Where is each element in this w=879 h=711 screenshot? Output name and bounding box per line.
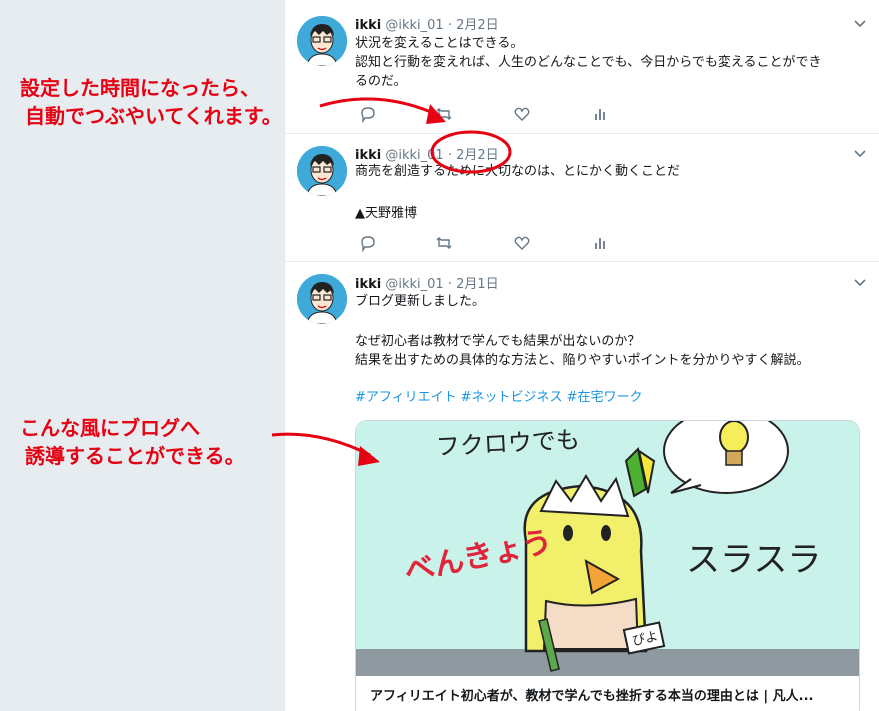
timeline: ikki @ikki_01 · 2月2日 状況を変えることはできる。 認知と行動… (284, 0, 879, 711)
avatar[interactable] (297, 274, 347, 324)
tweet-line: 状況を変えることはできる。 (355, 36, 524, 51)
retweet-icon[interactable] (435, 234, 453, 252)
analytics-icon[interactable] (591, 105, 609, 123)
reply-icon[interactable] (359, 105, 377, 123)
tweet-line: ブログ更新しました。 (355, 294, 486, 309)
separator-dot: · (447, 148, 452, 163)
tweet-header: ikki @ikki_01 · 2月2日 (355, 14, 499, 33)
tweet-line: なぜ初心者は教材で学んでも結果が出ないのか？ (355, 334, 641, 349)
chevron-down-icon[interactable] (854, 148, 866, 160)
tweet-line: 結果を出すための具体的な方法と、陥りやすいポイントを分かりやすく解説。 (355, 353, 810, 368)
annotation-line: 設定した時間になったら、 (20, 76, 260, 100)
user-handle[interactable]: @ikki_01 (385, 277, 443, 292)
separator-dot: · (447, 277, 452, 292)
tweet-line: ▲天野雅博 (355, 206, 417, 221)
tweet-header: ikki @ikki_01 · 2月1日 (355, 273, 499, 292)
card-title[interactable]: アフィリエイト初心者が、教材で学んでも挫折する本当の理由とは | 凡人... (370, 685, 850, 704)
user-name[interactable]: ikki (355, 18, 381, 33)
tweet-text: 状況を変えることはできる。 認知と行動を変えれば、人生のどんなことでも、今日から… (355, 34, 865, 91)
tweet-line: 認知と行動を変えれば、人生のどんなことでも、今日からでも変えることができ (355, 55, 822, 70)
chevron-down-icon[interactable] (854, 18, 866, 30)
hashtag-link[interactable]: #ネットビジネス (461, 390, 563, 405)
tweet-text: ブログ更新しました。 なぜ初心者は教材で学んでも結果が出ないのか？ 結果を出すた… (355, 292, 865, 407)
hashtags: #アフィリエイト #ネットビジネス #在宅ワーク (355, 388, 865, 407)
user-handle[interactable]: @ikki_01 (385, 148, 443, 163)
tweet-date[interactable]: 2月2日 (456, 148, 499, 163)
tweet-2[interactable]: ikki @ikki_01 · 2月2日 商売を創造するために大切なのは、とにか… (285, 134, 879, 262)
retweet-icon[interactable] (435, 105, 453, 123)
user-name[interactable]: ikki (355, 148, 381, 163)
tweet-line (355, 311, 865, 330)
like-icon[interactable] (513, 234, 531, 252)
tweet-1[interactable]: ikki @ikki_01 · 2月2日 状況を変えることはできる。 認知と行動… (285, 0, 879, 134)
annotation-line: こんな風にブログへ (20, 416, 200, 440)
link-card[interactable]: フクロウでも べんきょう スラスラ ぴよ アフィリエイト初心者が、教材で学んでも… (355, 420, 860, 711)
tweet-line (355, 370, 865, 386)
tweet-line (355, 181, 865, 200)
like-icon[interactable] (513, 105, 531, 123)
annotation-line: 自動でつぶやいてくれます。 (25, 104, 282, 128)
annotation-1: 設定した時間になったら、 自動でつぶやいてくれます。 (20, 74, 282, 130)
card-image[interactable]: フクロウでも べんきょう スラスラ ぴよ (356, 421, 859, 676)
card-image-text-right: スラスラ (686, 540, 821, 580)
tweet-text: 商売を創造するために大切なのは、とにかく動くことだ ▲天野雅博 (355, 162, 865, 223)
tweet-date[interactable]: 2月1日 (456, 277, 499, 292)
analytics-icon[interactable] (591, 234, 609, 252)
tweet-line: るのだ。 (355, 74, 407, 89)
tweet-line: 商売を創造するために大切なのは、とにかく動くことだ (355, 164, 681, 179)
avatar[interactable] (297, 146, 347, 196)
hashtag-link[interactable]: #アフィリエイト (355, 390, 457, 405)
annotation-2: こんな風にブログへ 誘導することができる。 (20, 414, 245, 470)
reply-icon[interactable] (359, 234, 377, 252)
separator-dot: · (447, 18, 452, 33)
tweet-header: ikki @ikki_01 · 2月2日 (355, 144, 499, 163)
chevron-down-icon[interactable] (854, 277, 866, 289)
user-name[interactable]: ikki (355, 277, 381, 292)
avatar[interactable] (297, 16, 347, 66)
annotation-line: 誘導することができる。 (25, 444, 245, 468)
tweet-actions (355, 234, 615, 252)
user-handle[interactable]: @ikki_01 (385, 18, 443, 33)
owl-illustration: フクロウでも べんきょう スラスラ ぴよ (356, 421, 859, 676)
hashtag-link[interactable]: #在宅ワーク (567, 390, 643, 405)
tweet-date[interactable]: 2月2日 (456, 18, 499, 33)
tweet-actions (355, 105, 615, 123)
